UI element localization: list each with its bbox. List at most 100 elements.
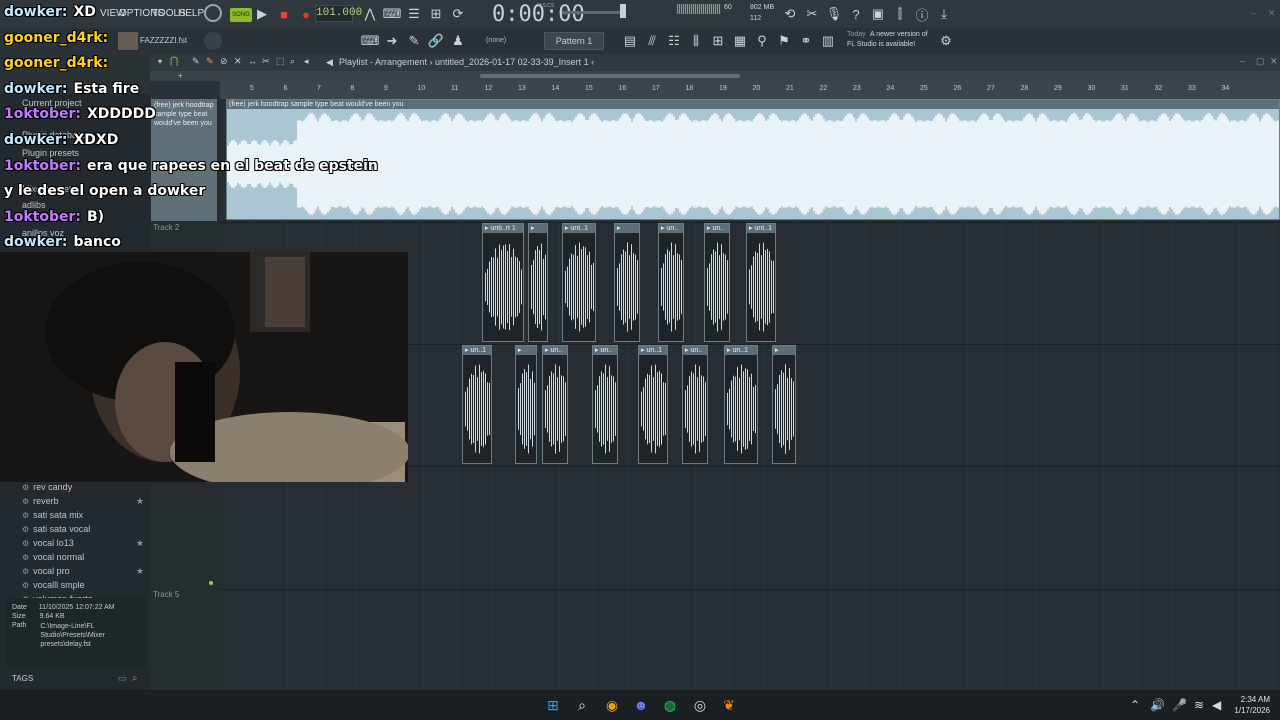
chrome-icon[interactable]: ◉ bbox=[602, 695, 622, 715]
playlist-icon[interactable]: ▤ bbox=[620, 31, 640, 51]
master-volume-handle[interactable] bbox=[620, 4, 626, 18]
tempo-display[interactable]: 101.000 bbox=[315, 5, 362, 22]
project-icon[interactable]: ▦ bbox=[730, 31, 750, 51]
link-icon[interactable]: 🔗 bbox=[426, 31, 446, 51]
tray-chevron-icon[interactable]: ⌃ bbox=[1130, 698, 1140, 712]
browser-preset-item[interactable]: ⚙ sati sata mix bbox=[22, 510, 83, 520]
sample-clip[interactable]: ▸ unt..1 bbox=[746, 223, 776, 342]
spotify-icon[interactable]: ◍ bbox=[660, 695, 680, 715]
countdown-icon[interactable]: ☰ bbox=[404, 4, 424, 24]
piano-roll-icon[interactable]: ⫻ bbox=[642, 31, 662, 51]
sample-clip[interactable]: ▸ unti..rt 1 bbox=[482, 223, 524, 342]
playlist-minimize-icon[interactable]: – bbox=[1240, 56, 1245, 66]
folder-icon[interactable]: ▭ bbox=[118, 673, 127, 684]
playlist-scrollbar[interactable]: + bbox=[150, 71, 1280, 81]
delete-tool-icon[interactable]: ⊘ bbox=[220, 56, 228, 67]
browser-folder-current-project[interactable]: Current project bbox=[22, 98, 82, 108]
browser-preset-item[interactable]: ⚙ vocal lo13 bbox=[22, 538, 74, 548]
obs-icon[interactable]: ◎ bbox=[690, 695, 710, 715]
mixer-icon[interactable]: ✂ bbox=[802, 4, 822, 24]
master-volume-slider[interactable] bbox=[562, 11, 626, 14]
step-edit-icon[interactable]: ⊞ bbox=[426, 4, 446, 24]
zoom-tool-icon[interactable]: ⌕ bbox=[290, 56, 295, 67]
news-line-2[interactable]: FL Studio is available! bbox=[847, 41, 915, 48]
volume-icon[interactable]: 🔊 bbox=[1150, 698, 1165, 712]
song-mode-toggle[interactable]: SONG bbox=[230, 8, 252, 22]
playlist-arrow-icon[interactable]: ◀ bbox=[326, 57, 333, 68]
browser-preset-item[interactable]: ⚙ vocalll smple bbox=[22, 580, 85, 590]
paint-tool-icon[interactable]: ✎ bbox=[206, 56, 214, 67]
keyboard-icon[interactable]: ⌨ bbox=[360, 31, 380, 51]
track-2-header[interactable]: Track 2 bbox=[150, 223, 220, 232]
download-icon[interactable]: ⤓ bbox=[934, 4, 954, 24]
slip-tool-icon[interactable]: ↔ bbox=[248, 56, 257, 66]
mixer-view-icon[interactable]: ⫿ bbox=[890, 4, 910, 24]
discord-icon[interactable]: ☻ bbox=[631, 695, 651, 715]
help-icon[interactable]: ? bbox=[846, 4, 866, 24]
fl-studio-icon[interactable]: ❦ bbox=[719, 695, 739, 715]
browser-folder-plugin-presets[interactable]: Plugin presets bbox=[22, 148, 79, 158]
speaker-icon[interactable]: ◀ bbox=[1212, 698, 1221, 712]
search-icon[interactable]: ⌕ bbox=[572, 695, 592, 715]
metronome-icon[interactable]: ⋀ bbox=[360, 4, 380, 24]
hint-bar-icon[interactable]: ⚭ bbox=[796, 31, 816, 51]
sample-clip[interactable]: ▸ bbox=[614, 223, 640, 342]
arrow-down-icon[interactable]: ▾ bbox=[158, 57, 162, 66]
info-icon[interactable]: ⓘ bbox=[912, 4, 932, 24]
wait-input-icon[interactable]: ⌨ bbox=[382, 4, 402, 24]
sample-clip[interactable]: ▸ un..1 bbox=[462, 345, 492, 464]
playback-tool-icon[interactable]: ◂ bbox=[304, 56, 309, 67]
wifi-icon[interactable]: ≋ bbox=[1194, 698, 1204, 712]
start-icon[interactable]: ⊞ bbox=[543, 695, 563, 715]
tuner-icon[interactable]: ⚑ bbox=[774, 31, 794, 51]
browser-preset-item[interactable]: ⚙ rev candy bbox=[22, 482, 72, 492]
browser-preset-item[interactable]: ⚙ vocal pro bbox=[22, 566, 70, 576]
sample-clip[interactable]: ▸ bbox=[515, 345, 537, 464]
tools-icon[interactable]: ▥ bbox=[818, 31, 838, 51]
sample-clip[interactable]: ▸ un.. bbox=[542, 345, 568, 464]
mute-tool-icon[interactable]: ✕ bbox=[234, 56, 242, 67]
sample-clip[interactable]: ▸ un.. bbox=[704, 223, 730, 342]
update-icon[interactable]: ⚙ bbox=[936, 31, 956, 51]
stamp-icon[interactable]: ♟ bbox=[448, 31, 468, 51]
minimize-icon[interactable]: – bbox=[1251, 8, 1256, 18]
mic-icon[interactable]: 🎤 bbox=[1172, 698, 1187, 712]
arrow-right-icon[interactable]: ➜ bbox=[382, 31, 402, 51]
sample-clip[interactable]: ▸ bbox=[772, 345, 796, 464]
sample-clip[interactable]: ▸ un.. bbox=[682, 345, 708, 464]
favorite-star-icon[interactable]: ★ bbox=[136, 538, 144, 549]
horizontal-scroll-thumb[interactable] bbox=[480, 74, 740, 78]
browser-item-adlibs[interactable]: adlibs bbox=[22, 200, 46, 210]
menu-help[interactable]: HELP bbox=[178, 8, 204, 19]
browser-folder-mixer-presets[interactable]: Mixer presets bbox=[22, 184, 76, 194]
browser-preset-item[interactable]: ⚙ vocal normal bbox=[22, 552, 84, 562]
sample-clip-main[interactable]: (free) jerk hoodtrap sample type beat wo… bbox=[226, 99, 1280, 220]
browser-folder-plugin-database[interactable]: Plugin database bbox=[22, 130, 87, 140]
snap-select[interactable]: (none) bbox=[486, 37, 506, 44]
pitch-knob[interactable] bbox=[204, 32, 222, 50]
pencil-icon[interactable]: ✎ bbox=[404, 31, 424, 51]
browser-preset-item[interactable]: ⚙ sati sata vocal bbox=[22, 524, 90, 534]
favorite-star-icon[interactable]: ★ bbox=[136, 566, 144, 577]
browser-preset-item[interactable]: ⚙ reverb bbox=[22, 496, 59, 506]
close-window-icon[interactable]: ✕ bbox=[1268, 8, 1276, 19]
sample-clip[interactable]: ▸ un.. bbox=[658, 223, 684, 342]
search-icon[interactable]: ⌕ bbox=[132, 673, 138, 684]
playlist-titlebar[interactable]: ▾ ⋂ ✎ ✎ ⊘ ✕ ↔ ✂ ⬚ ⌕ ◂ ◀ Playlist - Arran… bbox=[150, 54, 1280, 71]
system-clock[interactable]: 2:34 AM 1/17/2026 bbox=[1228, 694, 1270, 716]
microphone-icon[interactable]: 🎙 bbox=[824, 4, 844, 24]
undo-history-icon[interactable]: ⟲ bbox=[780, 4, 800, 24]
news-line-1[interactable]: A newer version of bbox=[870, 31, 928, 38]
draw-tool-icon[interactable]: ✎ bbox=[192, 56, 200, 67]
sample-clip[interactable]: ▸ unt..1 bbox=[562, 223, 596, 342]
select-tool-icon[interactable]: ⬚ bbox=[276, 56, 285, 67]
save-icon[interactable]: ▣ bbox=[868, 4, 888, 24]
track-1-header[interactable]: (free) jerk hoodtrap sample type beat wo… bbox=[151, 99, 217, 221]
pattern-selector[interactable]: Pattern 1 bbox=[544, 32, 604, 50]
channel-rack-icon[interactable]: ☷ bbox=[664, 31, 684, 51]
sample-clip[interactable]: ▸ un..1 bbox=[638, 345, 668, 464]
record-button[interactable]: ● bbox=[296, 4, 316, 24]
track-5-header[interactable]: Track 5 bbox=[150, 590, 220, 599]
stop-button[interactable]: ■ bbox=[274, 4, 294, 24]
play-button[interactable]: ▶ bbox=[252, 4, 272, 24]
